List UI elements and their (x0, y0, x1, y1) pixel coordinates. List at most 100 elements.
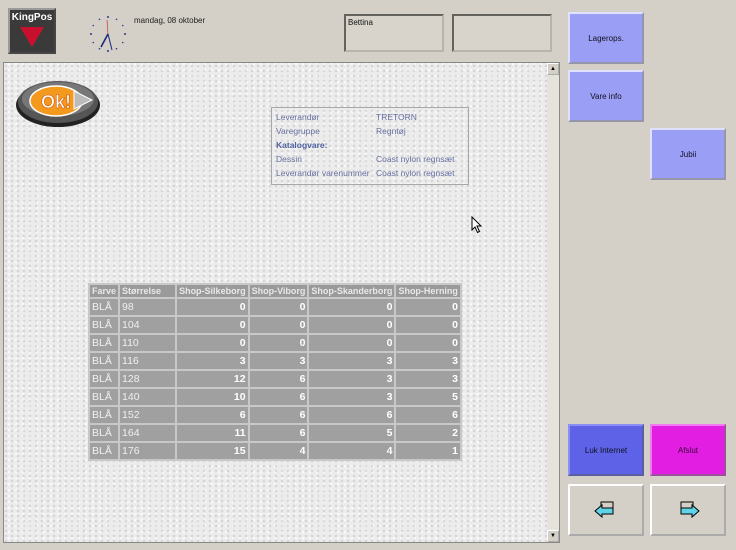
afslut-label: Afslut (677, 445, 698, 455)
back-button[interactable] (568, 484, 644, 536)
cell: BLÅ (90, 299, 119, 315)
cell: 1 (396, 443, 460, 459)
date-label: mandag, 08 oktober (134, 16, 206, 25)
afslut-button[interactable]: Afslut (650, 424, 726, 476)
user-name: Bettina (348, 18, 373, 27)
product-info-table: Leverandør TRETORN Varegruppe Regntøj Kata… (276, 110, 454, 180)
cell: 0 (177, 317, 248, 333)
info-value: Coast nylon regnsæt (376, 154, 455, 164)
info-key: Varegruppe (276, 126, 320, 136)
cell: BLÅ (90, 317, 119, 333)
col-header: Shop-Silkeborg (177, 285, 248, 297)
cell: 5 (309, 425, 395, 441)
forward-button[interactable] (650, 484, 726, 536)
cell: 0 (177, 335, 248, 351)
info-row-design: Dessin Coast nylon regnsæt (276, 152, 454, 166)
cell: 0 (309, 299, 395, 315)
cell: BLÅ (90, 425, 119, 441)
cell: 0 (177, 299, 248, 315)
table-row: BLÅ 98 0 0 0 0 (90, 299, 460, 315)
info-key: Leverandør (276, 112, 320, 122)
cell: 3 (249, 353, 308, 369)
cell: 110 (120, 335, 176, 351)
info-value: Regntøj (376, 126, 406, 136)
cell: 6 (249, 407, 308, 423)
cell: BLÅ (90, 371, 119, 387)
cell: 3 (309, 389, 395, 405)
col-header: Shop-Viborg (249, 285, 308, 297)
sidebar: Lagerops. Vare info Jubii Luk Internet A… (564, 0, 736, 550)
product-info-box: Leverandør TRETORN Varegruppe Regntøj Kata… (271, 107, 469, 185)
cell: 2 (396, 425, 460, 441)
cell: 0 (249, 317, 308, 333)
cell: 128 (120, 371, 176, 387)
col-header: Farve (90, 285, 119, 297)
cell: 116 (120, 353, 176, 369)
cell: 3 (177, 353, 248, 369)
cell: 0 (396, 299, 460, 315)
cell: BLÅ (90, 389, 119, 405)
cell: 0 (396, 335, 460, 351)
forward-arrow-icon (680, 501, 700, 519)
info-row-supplier: Leverandør TRETORN (276, 110, 454, 124)
cell: 6 (249, 389, 308, 405)
cell: 6 (396, 407, 460, 423)
ok-button[interactable]: Ok! (14, 75, 102, 129)
info-row-supplier-number: Leverandør varenummer Coast nylon regnsæt (276, 166, 454, 180)
logo-triangle (20, 27, 44, 47)
kingpos-logo-icon[interactable]: KingPos (8, 8, 56, 54)
table-row: BLÅ 140 10 6 3 5 (90, 389, 460, 405)
table-row: BLÅ 164 11 6 5 2 (90, 425, 460, 441)
cell: 4 (309, 443, 395, 459)
vertical-scrollbar[interactable]: ▲ ▼ (547, 63, 559, 542)
vare-info-button[interactable]: Vare info (568, 70, 644, 122)
luk-internet-button[interactable]: Luk Internet (568, 424, 644, 476)
cell: 0 (249, 335, 308, 351)
table-row: BLÅ 128 12 6 3 3 (90, 371, 460, 387)
stock-header-row: Farve Størrelse Shop-Silkeborg Shop-Vibo… (90, 285, 460, 297)
user-field[interactable]: Bettina (344, 14, 444, 52)
col-header: Shop-Skanderborg (309, 285, 395, 297)
cell: 0 (396, 317, 460, 333)
col-header: Shop-Herning (396, 285, 460, 297)
jubii-label: Jubii (679, 149, 697, 159)
jubii-button[interactable]: Jubii (650, 128, 726, 180)
info-value (376, 138, 454, 152)
cell: 15 (177, 443, 248, 459)
cell: 3 (396, 353, 460, 369)
cell: 6 (249, 371, 308, 387)
cell: 140 (120, 389, 176, 405)
cell: 0 (249, 299, 308, 315)
cell: 10 (177, 389, 248, 405)
cell: 164 (120, 425, 176, 441)
cell: BLÅ (90, 407, 119, 423)
cell: 152 (120, 407, 176, 423)
cell: 12 (177, 371, 248, 387)
clock-icon (90, 16, 126, 52)
info-key: Leverandør varenummer (276, 168, 370, 178)
info-row-group: Varegruppe Regntøj (276, 124, 454, 138)
scroll-down-icon[interactable]: ▼ (547, 530, 559, 542)
empty-field[interactable] (452, 14, 552, 52)
mouse-cursor-icon (471, 216, 483, 234)
cell: 0 (309, 317, 395, 333)
table-row: BLÅ 176 15 4 4 1 (90, 443, 460, 459)
cell: 6 (177, 407, 248, 423)
cell: BLÅ (90, 443, 119, 459)
table-row: BLÅ 104 0 0 0 0 (90, 317, 460, 333)
lagerops-button[interactable]: Lagerops. (568, 12, 644, 64)
cell: 4 (249, 443, 308, 459)
table-row: BLÅ 116 3 3 3 3 (90, 353, 460, 369)
back-arrow-icon (594, 501, 614, 519)
info-key: Dessin (276, 154, 302, 164)
luk-internet-label: Luk Internet (584, 445, 628, 455)
info-key: Katalogvare: (276, 140, 328, 150)
main-panel: Ok! Leverandør TRETORN Varegruppe Regntøj … (3, 62, 560, 543)
info-value: Coast nylon regnsæt (376, 168, 455, 178)
cell: 104 (120, 317, 176, 333)
scroll-up-icon[interactable]: ▲ (547, 63, 559, 75)
cell: 11 (177, 425, 248, 441)
cell: BLÅ (90, 353, 119, 369)
lagerops-label: Lagerops. (588, 33, 624, 43)
cell: 5 (396, 389, 460, 405)
